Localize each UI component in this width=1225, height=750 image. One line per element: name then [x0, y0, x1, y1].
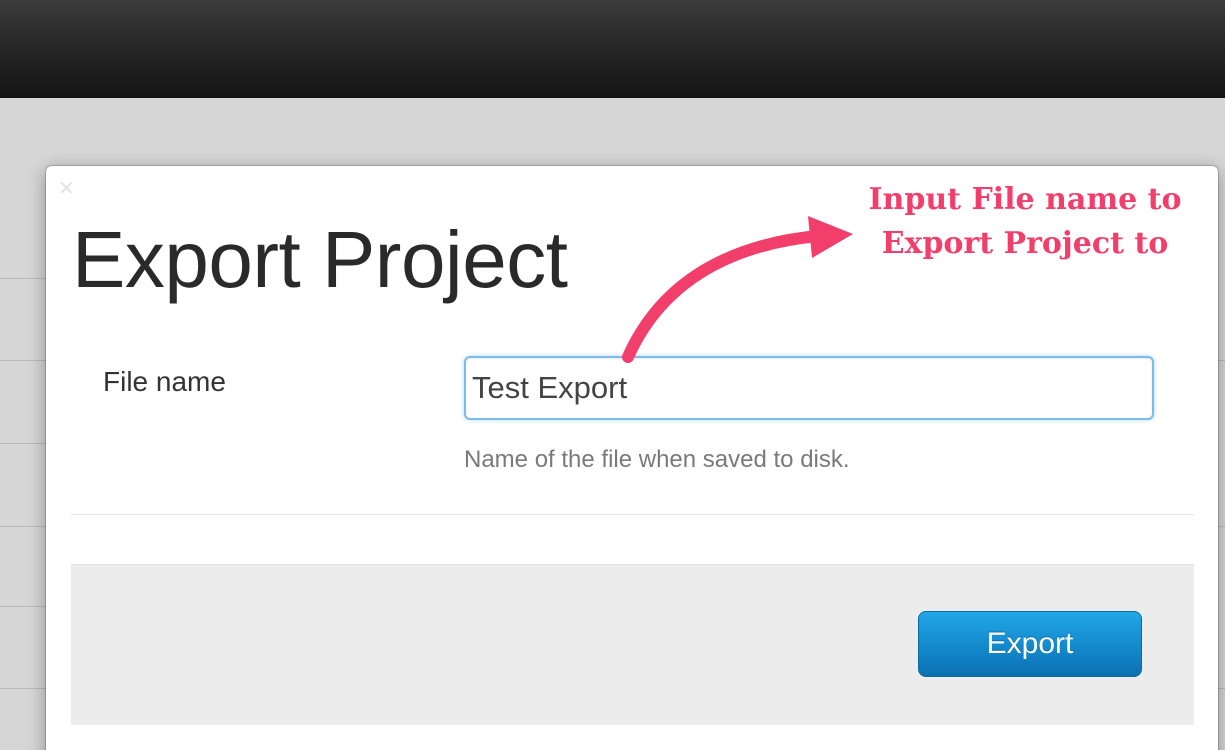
background-row-divider: [0, 360, 46, 361]
export-button[interactable]: Export: [918, 611, 1142, 677]
file-name-label: File name: [103, 366, 226, 397]
file-name-help-text: Name of the file when saved to disk.: [464, 446, 850, 473]
background-row-divider: [0, 278, 46, 279]
close-icon[interactable]: ✕: [58, 178, 75, 198]
dialog-title: Export Project: [72, 215, 568, 304]
dialog-divider: [71, 514, 1194, 515]
background-row-divider: [0, 688, 46, 689]
app-top-bar: [0, 0, 1225, 99]
annotation-callout-text: Input File name to Export Project to: [868, 182, 1182, 261]
background-row-divider: [0, 443, 46, 444]
file-name-input[interactable]: [464, 356, 1154, 420]
background-row-divider: [0, 526, 46, 527]
background-row-divider: [0, 606, 46, 607]
